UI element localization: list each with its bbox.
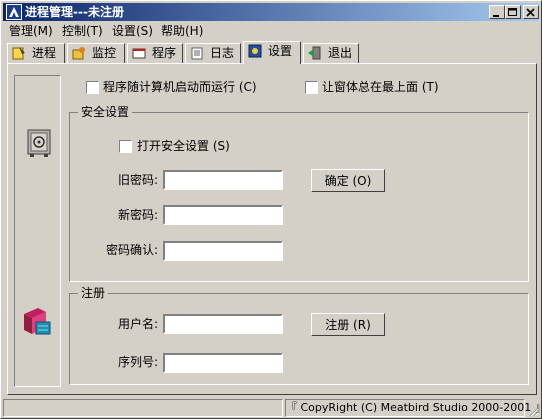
register-group-title: 注册 — [78, 286, 109, 300]
security-group-title: 安全设置 — [78, 105, 133, 119]
main-window: 进程管理---未注册 管理(M) 控制(T) 设置(S) 帮助(H) 进程 监控… — [0, 0, 542, 419]
menu-manage[interactable]: 管理(M) — [9, 22, 53, 40]
tab-log-label: 日志 — [210, 46, 235, 60]
title-bar[interactable]: 进程管理---未注册 — [3, 3, 539, 21]
safe-icon — [27, 129, 51, 157]
menu-settings[interactable]: 设置(S) — [112, 22, 153, 40]
tab-monitor-label: 监控 — [92, 46, 117, 60]
register-icon — [24, 308, 51, 335]
maximize-button[interactable] — [505, 5, 521, 19]
close-button[interactable] — [523, 5, 539, 19]
confirm-password-input[interactable] — [163, 241, 283, 261]
username-input[interactable] — [163, 314, 283, 334]
tab-process-label: 进程 — [32, 46, 57, 60]
serial-label: 序列号: — [118, 355, 159, 369]
tab-monitor[interactable]: 监控 — [67, 43, 125, 63]
new-password-input[interactable] — [163, 205, 283, 225]
maximize-icon — [508, 8, 517, 16]
topmost-checkbox[interactable] — [305, 81, 318, 94]
new-password-label: 新密码: — [118, 208, 159, 222]
register-group: 注册 — [69, 286, 529, 385]
status-cell-empty — [3, 399, 283, 417]
settings-icon — [248, 44, 262, 58]
tab-exit-label: 退出 — [328, 46, 353, 60]
register-button[interactable]: 注册 (R) — [311, 313, 385, 336]
minimize-icon — [493, 15, 499, 17]
exit-icon — [308, 46, 321, 60]
confirm-password-label: 密码确认: — [106, 243, 159, 257]
topmost-label: 让窗体总在最上面 (T) — [322, 80, 439, 94]
programs-icon — [132, 48, 146, 59]
window-title: 进程管理---未注册 — [25, 5, 124, 19]
tab-process[interactable]: 进程 — [7, 43, 65, 63]
old-password-label: 旧密码: — [118, 173, 159, 187]
tab-settings[interactable]: 设置 — [243, 41, 301, 64]
menu-control[interactable]: 控制(T) — [62, 22, 103, 40]
old-password-input[interactable] — [163, 170, 283, 190]
enable-security-label: 打开安全设置 (S) — [137, 139, 230, 153]
sidebar — [14, 75, 61, 387]
autostart-checkbox[interactable] — [86, 81, 99, 94]
username-label: 用户名: — [118, 317, 159, 331]
status-bar: 『 CopyRight (C) Meatbird Studio 2000-200… — [3, 399, 542, 417]
log-icon — [191, 47, 203, 60]
app-icon — [6, 4, 22, 20]
minimize-button[interactable] — [489, 5, 505, 19]
process-icon — [12, 47, 25, 60]
tab-exit[interactable]: 退出 — [303, 43, 359, 63]
monitor-icon — [72, 47, 85, 60]
close-icon — [526, 8, 535, 17]
serial-input[interactable] — [163, 353, 283, 373]
tab-settings-label: 设置 — [268, 44, 293, 58]
ok-button[interactable]: 确定 (O) — [311, 169, 385, 192]
tab-log[interactable]: 日志 — [185, 43, 241, 63]
menu-help[interactable]: 帮助(H) — [161, 22, 203, 40]
autostart-label: 程序随计算机启动而运行 (C) — [103, 80, 257, 94]
enable-security-checkbox[interactable] — [119, 140, 132, 153]
resize-grip-icon[interactable] — [527, 405, 539, 417]
tab-programs[interactable]: 程序 — [127, 43, 183, 63]
tab-programs-label: 程序 — [152, 46, 177, 60]
status-copyright: 『 CopyRight (C) Meatbird Studio 2000-200… — [285, 399, 542, 417]
